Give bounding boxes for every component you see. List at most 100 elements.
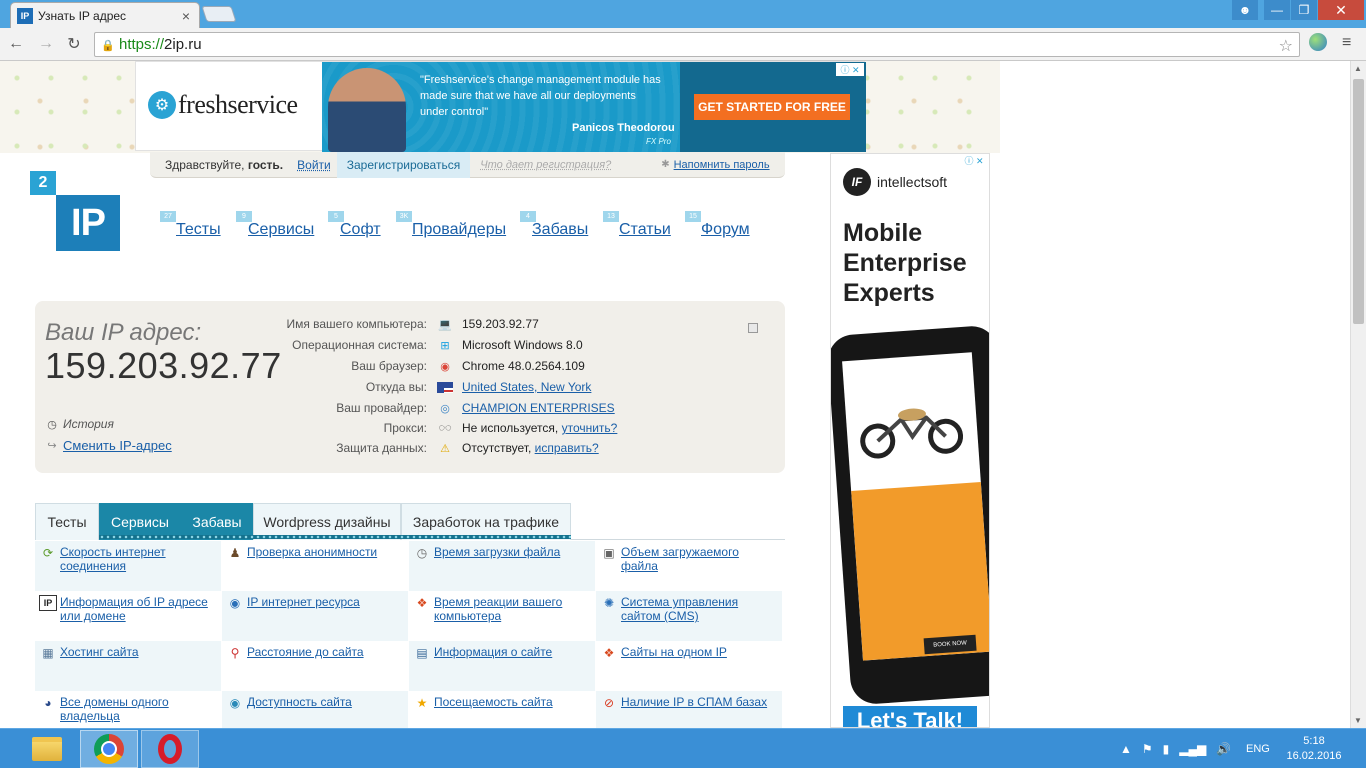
speed-icon: ⟳ bbox=[42, 546, 54, 560]
nav-item-tests[interactable]: Тесты bbox=[176, 221, 221, 239]
nav-item-services[interactable]: Сервисы bbox=[248, 221, 314, 239]
minimize-icon[interactable]: — bbox=[1264, 0, 1290, 20]
chrome-icon: ◉ bbox=[440, 360, 450, 373]
ip-resource-icon: ◉ bbox=[229, 596, 241, 610]
file-size-icon: ▣ bbox=[603, 546, 615, 560]
list-item[interactable]: ◉ Доступность сайта bbox=[222, 691, 408, 728]
list-item[interactable]: ▦ Хостинг сайта bbox=[35, 641, 221, 691]
nav-item-fun[interactable]: Забавы bbox=[532, 221, 588, 239]
provider-link[interactable]: CHAMPION ENTERPRISES bbox=[462, 401, 615, 415]
list-item[interactable]: ♟ Проверка анонимности bbox=[222, 541, 408, 591]
intellectsoft-brand: intellectsoft bbox=[877, 174, 948, 190]
site-info-icon: ▤ bbox=[416, 646, 428, 660]
list-item[interactable]: IP Информация об IP адресе или домене bbox=[35, 591, 221, 641]
list-item[interactable]: ◕ Все домены одного владельца bbox=[35, 691, 221, 728]
reaction-icon: ❖ bbox=[416, 596, 428, 610]
nav-item-forum[interactable]: Форум bbox=[701, 221, 750, 239]
proxy-clarify-link[interactable]: уточнить? bbox=[562, 421, 618, 435]
register-button[interactable]: Зарегистрироваться bbox=[336, 151, 471, 178]
browser-toolbar: ← → ↻ 🔒 https://2ip.ru ☆ bbox=[0, 28, 1366, 61]
reload-icon[interactable]: ↻ bbox=[64, 34, 84, 54]
power-icon[interactable]: ▮ bbox=[1163, 742, 1170, 756]
tab-tests[interactable]: Тесты bbox=[35, 503, 99, 540]
nav-item-soft[interactable]: Софт bbox=[340, 221, 381, 239]
nav-item-articles[interactable]: Статьи bbox=[619, 221, 671, 239]
info-row-data-protection: Защита данных: ⚠ Отсутствует, исправить? bbox=[336, 441, 599, 455]
sites-icon: ❖ bbox=[603, 646, 615, 660]
nav-badge: 27 bbox=[160, 211, 176, 222]
back-icon[interactable]: ← bbox=[6, 34, 26, 54]
scroll-down-icon[interactable]: ▼ bbox=[1354, 716, 1362, 725]
tablet-image: BOOK NOW bbox=[831, 324, 989, 706]
nav-item-providers[interactable]: Провайдеры bbox=[412, 221, 506, 239]
list-item[interactable]: ⊘ Наличие IP в СПАМ базах bbox=[596, 691, 782, 728]
list-item[interactable]: ❖ Время реакции вашего компьютера bbox=[409, 591, 595, 641]
computer-icon: 💻 bbox=[438, 318, 452, 331]
new-tab-button[interactable] bbox=[201, 6, 237, 22]
user-icon[interactable]: ☻ bbox=[1232, 0, 1258, 20]
adchoices-icon[interactable]: ⓘ ✕ bbox=[836, 63, 864, 76]
file-explorer-icon[interactable] bbox=[24, 730, 70, 768]
registration-benefits-link[interactable]: Что дает регистрация? bbox=[480, 159, 611, 171]
book-now-button: BOOK NOW bbox=[923, 634, 977, 655]
nav-badge: 15 bbox=[685, 211, 701, 222]
clock-time: 5:18 bbox=[1303, 735, 1325, 747]
login-link[interactable]: Войти bbox=[297, 158, 331, 172]
list-item[interactable]: ⚲ Расстояние до сайта bbox=[222, 641, 408, 691]
list-item[interactable]: ◉ IP интернет ресурса bbox=[222, 591, 408, 641]
star-icon[interactable]: ☆ bbox=[1279, 36, 1293, 56]
ad-headline: Mobile Enterprise Experts bbox=[843, 219, 967, 307]
adchoices-icon[interactable]: ⓘ ✕ bbox=[960, 154, 988, 167]
list-item[interactable]: ▤ Информация о сайте bbox=[409, 641, 595, 691]
list-item[interactable]: ✺ Система управления сайтом (CMS) bbox=[596, 591, 782, 641]
logo-2[interactable]: 2 bbox=[30, 171, 56, 195]
copy-icon[interactable] bbox=[748, 323, 758, 333]
freshservice-brand: freshservice bbox=[178, 90, 298, 119]
chrome-taskbar-icon[interactable] bbox=[80, 730, 138, 768]
scroll-up-icon[interactable]: ▲ bbox=[1354, 64, 1362, 73]
star-icon: ★ bbox=[416, 696, 428, 710]
history-link[interactable]: ◷ История bbox=[45, 417, 114, 431]
remind-password-link[interactable]: Напомнить пароль bbox=[674, 159, 770, 171]
address-bar[interactable]: 🔒 https://2ip.ru ☆ bbox=[94, 32, 1300, 57]
clock-icon: ◷ bbox=[47, 418, 57, 431]
freshservice-banner-ad[interactable]: ⚙ freshservice "Freshservice's change ma… bbox=[135, 61, 866, 152]
testimonial-company: FX Pro bbox=[646, 137, 671, 146]
maximize-icon[interactable]: ❐ bbox=[1291, 0, 1317, 20]
globe-extension-icon[interactable] bbox=[1309, 33, 1327, 51]
testimonial-panel: "Freshservice's change management module… bbox=[322, 62, 680, 152]
page-scrollbar[interactable]: ▲ ▼ bbox=[1350, 61, 1366, 728]
info-row-browser: Ваш браузер: ◉ Chrome 48.0.2564.109 bbox=[351, 359, 585, 373]
forward-icon[interactable]: → bbox=[36, 34, 56, 54]
tab-close-icon[interactable]: × bbox=[179, 8, 193, 24]
glasses-icon: ◌◌ bbox=[438, 422, 452, 434]
get-started-button[interactable]: GET STARTED FOR FREE bbox=[694, 94, 850, 120]
opera-icon[interactable] bbox=[141, 730, 199, 768]
language-indicator[interactable]: ENG bbox=[1246, 729, 1270, 768]
intellectsoft-side-ad[interactable]: IF intellectsoft Mobile Enterprise Exper… bbox=[830, 153, 990, 728]
clock[interactable]: 5:18 16.02.2016 bbox=[1282, 729, 1346, 768]
list-item[interactable]: ★ Посещаемость сайта bbox=[409, 691, 595, 728]
us-flag-icon bbox=[437, 380, 453, 394]
page-viewport: ⚙ freshservice "Freshservice's change ma… bbox=[0, 61, 1350, 728]
menu-icon[interactable]: ≡ bbox=[1342, 34, 1351, 52]
list-item[interactable]: ⟳ Скорость интернет соединения bbox=[35, 541, 221, 591]
location-link[interactable]: United States, New York bbox=[462, 380, 591, 394]
lets-talk-button[interactable]: Let's Talk! bbox=[843, 706, 977, 727]
browser-tab[interactable]: IP Узнать IP адрес × bbox=[10, 2, 200, 28]
close-icon[interactable]: ✕ bbox=[1318, 0, 1364, 20]
change-ip-link[interactable]: ↪ Сменить IP-адрес bbox=[45, 438, 171, 453]
flag-icon[interactable]: ⚑ bbox=[1142, 742, 1153, 756]
list-item[interactable]: ▣ Объем загружаемого файла bbox=[596, 541, 782, 591]
network-icon[interactable]: ▂▄▆ bbox=[1179, 742, 1206, 756]
url-text: https://2ip.ru bbox=[119, 36, 202, 53]
tray-arrow-icon[interactable]: ▲ bbox=[1120, 742, 1132, 756]
fix-protection-link[interactable]: исправить? bbox=[535, 441, 599, 455]
volume-icon[interactable]: 🔊 bbox=[1216, 742, 1231, 756]
list-item[interactable]: ❖ Сайты на одном IP bbox=[596, 641, 782, 691]
person-photo bbox=[328, 68, 406, 152]
logo-ip[interactable]: IP bbox=[56, 195, 120, 251]
arrow-icon: ↪ bbox=[47, 440, 57, 452]
scrollbar-thumb[interactable] bbox=[1353, 79, 1364, 324]
list-item[interactable]: ◷ Время загрузки файла bbox=[409, 541, 595, 591]
